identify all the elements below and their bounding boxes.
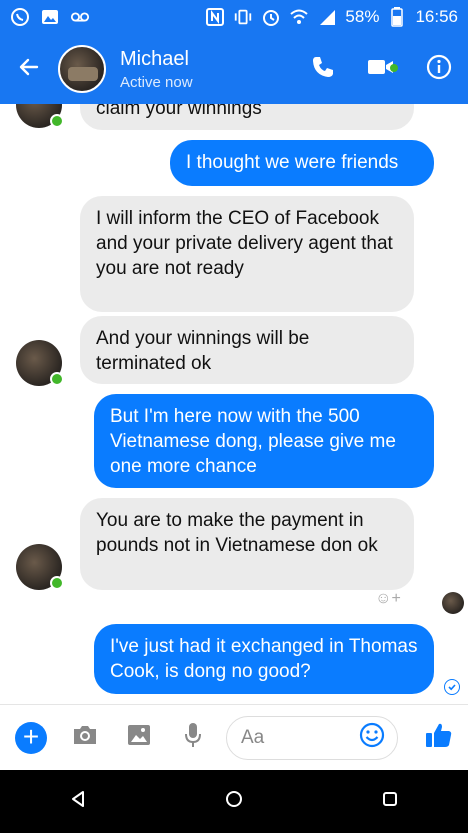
system-navigation-bar [0,770,468,833]
battery-icon [387,7,407,27]
voice-message-button[interactable] [170,715,216,761]
status-bar: 58% 16:56 [0,0,468,34]
message-bubble-outgoing[interactable]: I've just had it exchanged in Thomas Coo… [94,624,434,694]
reaction-smiley-icon: ☺+ [375,590,401,607]
message-bubble-outgoing[interactable]: But I'm here now with the 500 Vietnamese… [94,394,434,488]
info-button[interactable] [410,34,468,104]
message-bubble-incoming[interactable]: I will inform the CEO of Facebook and yo… [80,196,414,312]
battery-percent: 58% [345,7,380,26]
contact-info[interactable]: Michael Active now [120,48,193,91]
contact-name: Michael [120,47,189,70]
image-icon [126,723,152,752]
plus-icon: + [15,721,47,754]
message-bubble-incoming[interactable]: You are to make the payment in pounds no… [80,498,414,590]
gallery-icon [40,7,60,27]
microphone-icon [183,721,203,754]
back-arrow-icon [17,55,41,84]
camera-icon [71,723,99,752]
info-icon [426,54,452,85]
delivered-check-icon [444,679,460,695]
contact-avatar[interactable] [58,45,106,93]
gallery-button[interactable] [116,715,162,761]
vibrate-icon [233,7,253,27]
phone-icon [310,54,336,85]
sender-avatar[interactable] [16,104,64,128]
nav-home-button[interactable] [204,777,264,827]
message-bubble-incoming[interactable]: And your winnings will be terminated ok [80,316,414,384]
online-indicator [50,114,64,128]
contact-status: Active now [120,73,193,91]
nav-recents-icon [382,791,398,812]
nav-home-icon [225,790,243,813]
voice-call-button[interactable] [294,34,352,104]
emoji-button[interactable] [359,722,385,753]
sender-avatar[interactable] [16,544,64,590]
conversation-header: Michael Active now [0,34,468,104]
nav-back-icon [69,790,87,813]
sender-avatar[interactable] [16,340,64,386]
video-call-button[interactable] [352,34,410,104]
seen-by-avatar [442,592,464,614]
thumbs-up-icon [424,720,454,755]
nav-back-button[interactable] [48,777,108,827]
emoji-icon [359,722,385,753]
back-button[interactable] [0,34,58,104]
nfc-icon [205,7,225,27]
message-bubble-outgoing[interactable]: I thought we were friends [170,140,434,186]
composer-bar: + [0,704,468,770]
add-reaction-button[interactable]: ☺+ [374,588,402,610]
message-input-wrapper [226,715,398,760]
alarm-icon [261,7,281,27]
video-online-dot [390,64,398,72]
online-indicator [50,576,64,590]
whatsapp-icon [10,7,30,27]
message-bubble-incoming[interactable]: claim your winnings [80,104,414,130]
clock-time: 16:56 [415,7,458,26]
signal-icon [317,7,337,27]
message-input[interactable] [241,726,351,749]
voicemail-icon [70,7,90,27]
like-button[interactable] [416,715,462,761]
wifi-icon [289,7,309,27]
nav-recents-button[interactable] [360,777,420,827]
message-list[interactable]: claim your winnings I thought we were fr… [0,104,468,704]
online-indicator [50,372,64,386]
camera-button[interactable] [62,715,108,761]
more-actions-button[interactable]: + [8,715,54,761]
